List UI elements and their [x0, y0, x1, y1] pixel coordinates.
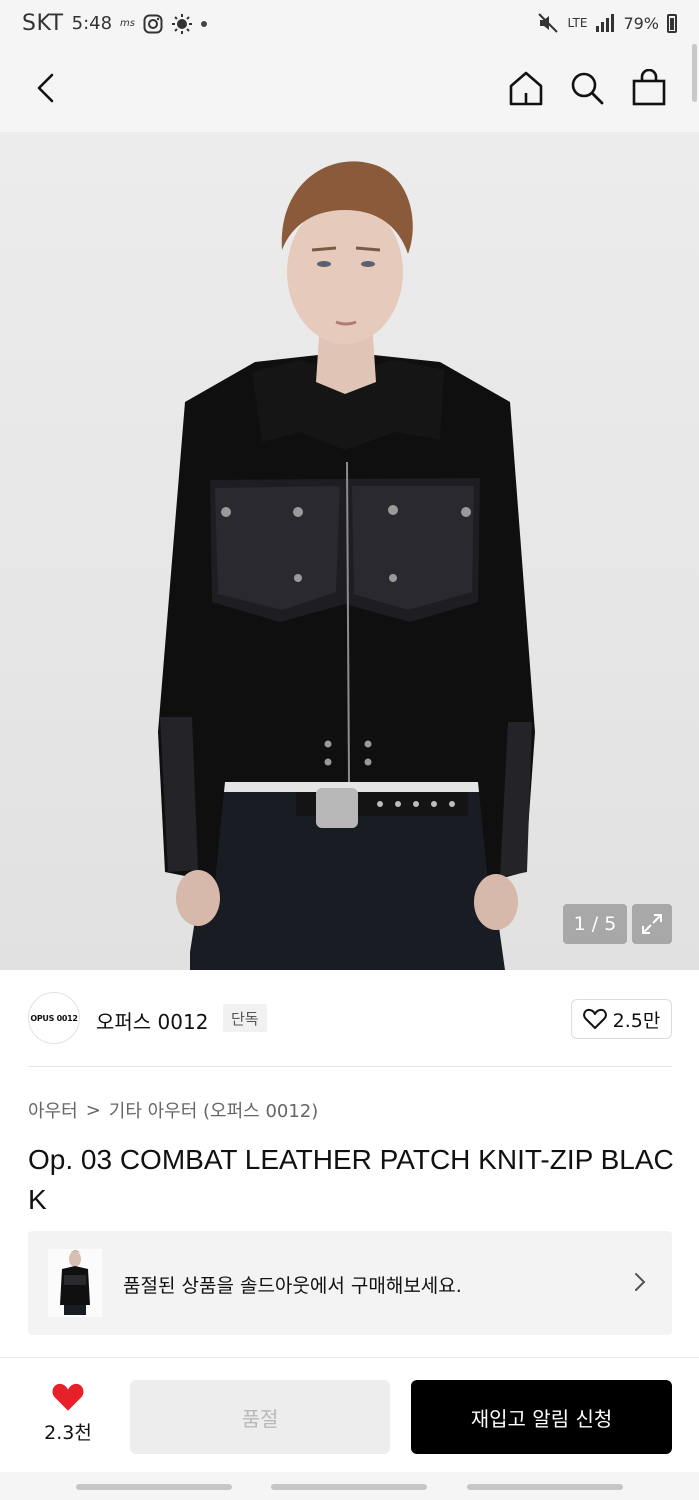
- system-back-button[interactable]: [467, 1484, 623, 1490]
- search-icon: [571, 72, 604, 105]
- brand-row: OPUS 0012 오퍼스 0012 단독 2.5만: [0, 970, 699, 1066]
- brightness-icon: [172, 13, 192, 34]
- product-title: Op. 03 COMBAT LEATHER PATCH KNIT-ZIP BLA…: [28, 1144, 674, 1215]
- battery-percent: 79%: [623, 13, 659, 33]
- brand-name[interactable]: 오퍼스 0012: [96, 1006, 208, 1035]
- soldout-button: 품절: [130, 1380, 390, 1454]
- expand-icon: [642, 914, 662, 934]
- brand-like-count: 2.5만: [612, 1009, 661, 1032]
- search-button[interactable]: [566, 67, 608, 109]
- notification-dot-icon: [201, 20, 207, 27]
- breadcrumb: 아우터 > 기타 아우터 (오퍼스 0012): [28, 1097, 318, 1123]
- soldout-banner[interactable]: 품절된 상품을 솔드아웃에서 구매해보세요.: [28, 1231, 672, 1335]
- status-bar: SKT 5:48 ms LTE 79%: [0, 0, 699, 50]
- brand-like-button[interactable]: 2.5만: [571, 999, 672, 1039]
- home-button[interactable]: [505, 67, 547, 109]
- home-icon: [509, 71, 543, 106]
- recent-apps-button[interactable]: [76, 1484, 232, 1490]
- mute-icon: [538, 13, 559, 33]
- battery-icon: [667, 13, 677, 33]
- system-nav-bar: [0, 1472, 699, 1500]
- breadcrumb-subcategory[interactable]: 기타 아우터 (오퍼스 0012): [109, 1097, 319, 1123]
- breadcrumb-separator-icon: >: [85, 1099, 101, 1121]
- banner-thumbnail: [48, 1249, 102, 1317]
- exclusive-badge: 단독: [223, 1004, 267, 1032]
- breadcrumb-category[interactable]: 아우터: [28, 1097, 78, 1123]
- scroll-indicator[interactable]: [692, 44, 697, 102]
- status-right: LTE 79%: [537, 12, 677, 34]
- signal-icon: [596, 14, 615, 32]
- model-photo-illustration: [158, 161, 535, 970]
- bottom-action-bar: 2.3천 품절 재입고 알림 신청: [0, 1358, 699, 1472]
- heart-outline-icon: [582, 1008, 607, 1029]
- wishlist-count: 2.3천: [44, 1422, 92, 1444]
- shopping-bag-icon: [632, 69, 666, 106]
- image-counter: 1 / 5: [563, 904, 627, 944]
- product-image[interactable]: [0, 132, 699, 970]
- wishlist-button[interactable]: 2.3천: [28, 1382, 108, 1452]
- clock: 5:48: [71, 13, 113, 34]
- divider: [28, 1066, 672, 1067]
- carrier-label: SKT: [22, 11, 64, 36]
- back-button[interactable]: [26, 67, 68, 109]
- chevron-right-icon: [635, 1273, 646, 1291]
- heart-filled-icon: [52, 1383, 84, 1411]
- system-home-button[interactable]: [271, 1484, 427, 1490]
- status-left: SKT 5:48 ms: [22, 11, 207, 36]
- network-type: LTE: [567, 15, 588, 30]
- instagram-icon: [143, 14, 163, 33]
- chevron-left-icon: [37, 73, 54, 103]
- restock-alert-button[interactable]: 재입고 알림 신청: [411, 1380, 672, 1454]
- fullscreen-button[interactable]: [632, 904, 672, 944]
- notification-app-icon: ms: [120, 18, 135, 29]
- cart-button[interactable]: [628, 67, 670, 109]
- top-nav: [0, 50, 699, 132]
- banner-text: 품절된 상품을 솔드아웃에서 구매해보세요.: [123, 1275, 462, 1297]
- brand-logo[interactable]: OPUS 0012: [28, 992, 80, 1044]
